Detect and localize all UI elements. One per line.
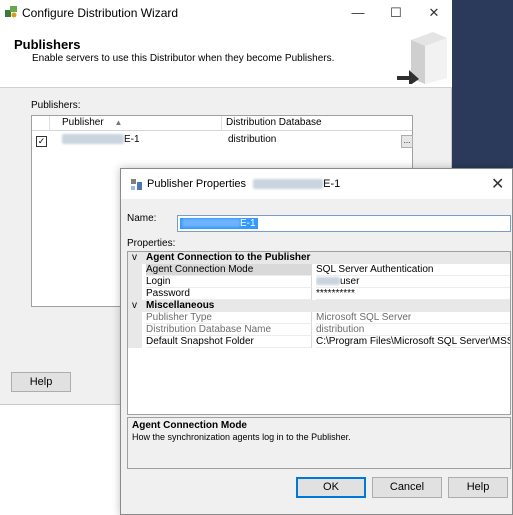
category-agent-connection[interactable]: v Agent Connection to the Publisher [128, 252, 510, 264]
publisher-icon [131, 179, 142, 190]
table-row[interactable]: E-1 distribution [32, 132, 412, 149]
property-row[interactable]: Publisher Type Microsoft SQL Server [128, 312, 510, 324]
redacted-text [253, 179, 324, 190]
login-value-suffix: user [340, 276, 360, 287]
distribution-database-column-header[interactable]: Distribution Database [222, 116, 412, 131]
name-value-suffix: E-1 [240, 218, 256, 229]
wizard-title: Configure Distribution Wizard [22, 6, 179, 20]
minimize-button[interactable]: — [343, 3, 373, 23]
publisher-cell: E-1 [62, 134, 140, 145]
property-name: Agent Connection Mode [146, 264, 312, 276]
name-label: Name: [127, 213, 157, 224]
dialog-titlebar: Publisher Properties E-1 ✕ [121, 169, 512, 199]
redacted-text [62, 134, 124, 145]
property-name: Distribution Database Name [146, 324, 312, 336]
checkbox-column-header [32, 116, 50, 131]
property-value[interactable]: user [316, 276, 510, 288]
property-value[interactable]: C:\Program Files\Microsoft SQL Server\MS… [316, 336, 510, 348]
dialog-title: Publisher Properties E-1 [147, 178, 340, 190]
publisher-name-suffix: E-1 [124, 134, 140, 145]
dialog-title-prefix: Publisher Properties [147, 178, 247, 190]
dialog-title-suffix: E-1 [323, 178, 341, 190]
row-gutter [128, 324, 142, 336]
sort-ascending-icon: ▲ [114, 118, 123, 127]
property-row[interactable]: Distribution Database Name distribution [128, 324, 510, 336]
dialog-close-button[interactable]: ✕ [491, 174, 504, 194]
row-gutter [128, 264, 142, 276]
row-gutter [128, 336, 142, 348]
description-text: How the synchronization agents log in to… [132, 432, 351, 442]
property-grid: v Agent Connection to the Publisher Agen… [127, 251, 511, 415]
property-value: distribution [316, 324, 510, 336]
collapse-chevron-icon[interactable]: v [132, 252, 142, 264]
publisher-properties-button[interactable]: ... [401, 135, 413, 148]
property-row[interactable]: Login user [128, 276, 510, 288]
property-value[interactable]: ********** [316, 288, 510, 300]
server-graphic-icon [397, 32, 447, 84]
cancel-button[interactable]: Cancel [372, 477, 442, 498]
publishers-label: Publishers: [31, 100, 81, 111]
property-name: Login [146, 276, 312, 288]
row-gutter [128, 276, 142, 288]
property-value: Microsoft SQL Server [316, 312, 510, 324]
wizard-help-button[interactable]: Help [11, 372, 71, 392]
publisher-column-header[interactable]: Publisher ▲ [50, 116, 222, 131]
category-miscellaneous[interactable]: v Miscellaneous [128, 300, 510, 312]
description-title: Agent Connection Mode [132, 420, 247, 431]
property-name: Password [146, 288, 312, 300]
category-label: Miscellaneous [146, 300, 215, 311]
ok-button[interactable]: OK [296, 477, 366, 498]
close-button[interactable]: ✕ [419, 3, 449, 23]
row-gutter [128, 312, 142, 324]
wizard-header: Publishers Enable servers to use this Di… [0, 26, 452, 88]
wizard-titlebar: Configure Distribution Wizard — ☐ ✕ [0, 0, 452, 26]
grid-header: Publisher ▲ Distribution Database [32, 116, 412, 131]
property-name: Default Snapshot Folder [146, 336, 312, 348]
redacted-text [316, 277, 340, 286]
page-subtitle: Enable servers to use this Distributor w… [32, 53, 335, 64]
property-row[interactable]: Default Snapshot Folder C:\Program Files… [128, 336, 510, 348]
property-row[interactable]: Agent Connection Mode SQL Server Authent… [128, 264, 510, 276]
help-button[interactable]: Help [448, 477, 508, 498]
distribution-database-cell: distribution [228, 134, 277, 145]
category-label: Agent Connection to the Publisher [146, 252, 311, 263]
property-value[interactable]: SQL Server Authentication [316, 264, 510, 276]
maximize-button[interactable]: ☐ [381, 3, 411, 23]
wizard-app-icon [5, 6, 17, 18]
property-row[interactable]: Password ********** [128, 288, 510, 300]
property-name: Publisher Type [146, 312, 312, 324]
property-description-panel: Agent Connection Mode How the synchroniz… [127, 417, 511, 469]
redacted-text [182, 219, 240, 228]
row-gutter [128, 288, 142, 300]
name-field[interactable]: E-1 [177, 215, 511, 232]
name-value: E-1 [180, 218, 258, 229]
publisher-properties-dialog: Publisher Properties E-1 ✕ Name: E-1 Pro… [120, 168, 513, 515]
page-title: Publishers [14, 37, 81, 52]
publisher-column-label: Publisher [62, 117, 104, 128]
collapse-chevron-icon[interactable]: v [132, 300, 142, 312]
properties-label: Properties: [127, 238, 176, 249]
